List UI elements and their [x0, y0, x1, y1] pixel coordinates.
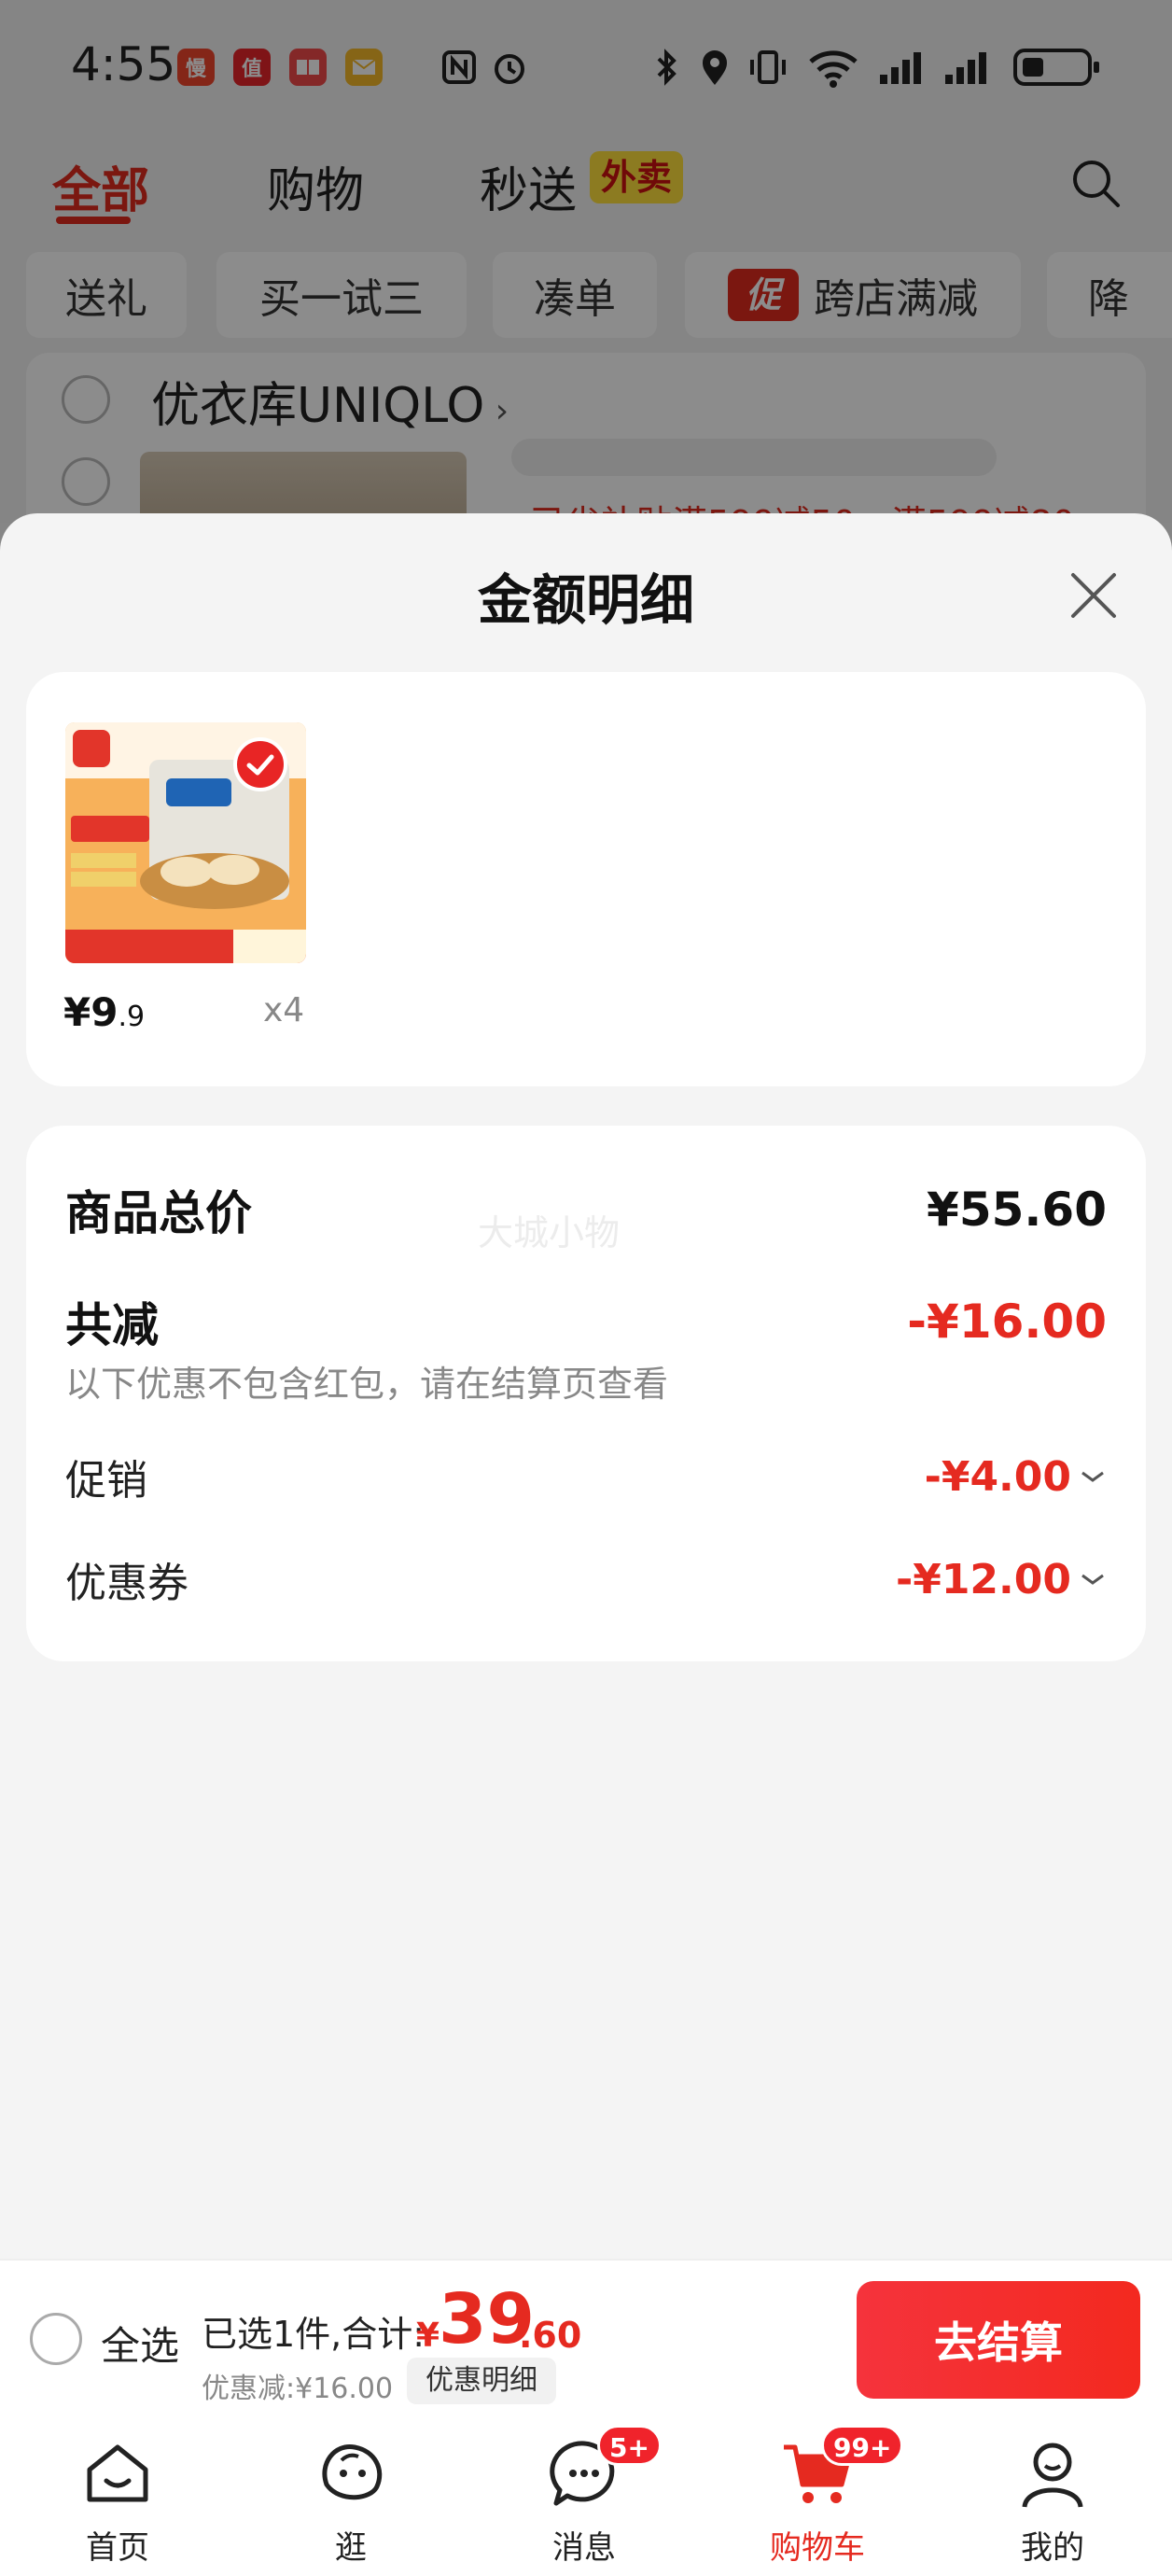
total-value: ¥55.60	[927, 1183, 1107, 1237]
tab-home-label: 首页	[86, 2529, 149, 2567]
profile-icon	[1022, 2443, 1083, 2508]
cart-badge: 99+	[821, 2425, 904, 2466]
overlay-scrim[interactable]	[0, 0, 1172, 560]
tab-home[interactable]: 首页	[43, 2436, 192, 2567]
total-label: 商品总价	[65, 1186, 252, 1240]
tab-stroll[interactable]: 逛	[276, 2436, 426, 2567]
tab-profile-label: 我的	[1021, 2529, 1084, 2567]
tab-profile[interactable]: 我的	[978, 2436, 1127, 2567]
tab-messages[interactable]: 5+ 消息	[509, 2425, 662, 2567]
discount-note: 以下优惠不包含红包，请在结算页查看	[65, 1364, 669, 1405]
selected-check-icon	[233, 737, 287, 791]
promo-value: -¥4.00	[925, 1453, 1107, 1501]
messages-badge: 5+	[597, 2425, 662, 2466]
coupon-label: 优惠券	[65, 1560, 188, 1607]
coupon-row[interactable]: 优惠券 -¥12.00	[65, 1549, 1107, 1609]
tab-bar: 首页 逛 5+ 消息 99+ 购物车 我的	[0, 2417, 1172, 2576]
checkout-button[interactable]: 去结算	[857, 2281, 1140, 2399]
select-all-label[interactable]: 全选	[101, 2315, 179, 2372]
reduce-row: 共减 -¥16.00	[65, 1288, 1107, 1355]
total-currency: ¥	[416, 2317, 440, 2355]
stroll-icon	[322, 2444, 383, 2500]
reduce-value: -¥16.00	[907, 1295, 1107, 1349]
promo-row[interactable]: 促销 -¥4.00	[65, 1447, 1107, 1506]
checkout-bar: 全选 已选1件,合计: ¥ 39 .60 优惠减:¥16.00 优惠明细 去结算	[0, 2259, 1172, 2417]
chevron-down-icon	[1081, 1574, 1104, 1585]
tab-cart-label: 购物车	[770, 2529, 865, 2567]
tab-stroll-label: 逛	[335, 2529, 367, 2567]
amount-detail-sheet: 金额明细 ¥9.9 x4 商品总价 ¥55.60 共减 -¥16.00 以下优惠…	[0, 513, 1172, 2259]
tab-messages-label: 消息	[552, 2529, 616, 2567]
total-decimal: .60	[519, 2315, 582, 2356]
product-card: ¥9.9 x4	[26, 672, 1146, 1086]
chevron-down-icon	[1081, 1471, 1104, 1482]
product-price: ¥9.9	[63, 989, 146, 1035]
sheet-title: 金额明细	[477, 568, 694, 632]
tab-cart[interactable]: 99+ 购物车	[743, 2425, 904, 2567]
discount-detail-button[interactable]: 优惠明细	[407, 2358, 556, 2404]
reduce-label: 共减	[65, 1298, 159, 1352]
product-quantity: x4	[263, 991, 305, 1029]
selected-count-text: 已选1件,合计:	[202, 2314, 426, 2355]
reduced-amount: 优惠减:¥16.00	[202, 2373, 394, 2405]
close-icon[interactable]	[1064, 566, 1123, 625]
promo-label: 促销	[65, 1457, 147, 1505]
home-icon	[87, 2444, 148, 2502]
select-all-radio[interactable]	[30, 2313, 82, 2365]
coupon-value: -¥12.00	[896, 1556, 1107, 1603]
watermark: 大城小物	[478, 1212, 621, 1253]
